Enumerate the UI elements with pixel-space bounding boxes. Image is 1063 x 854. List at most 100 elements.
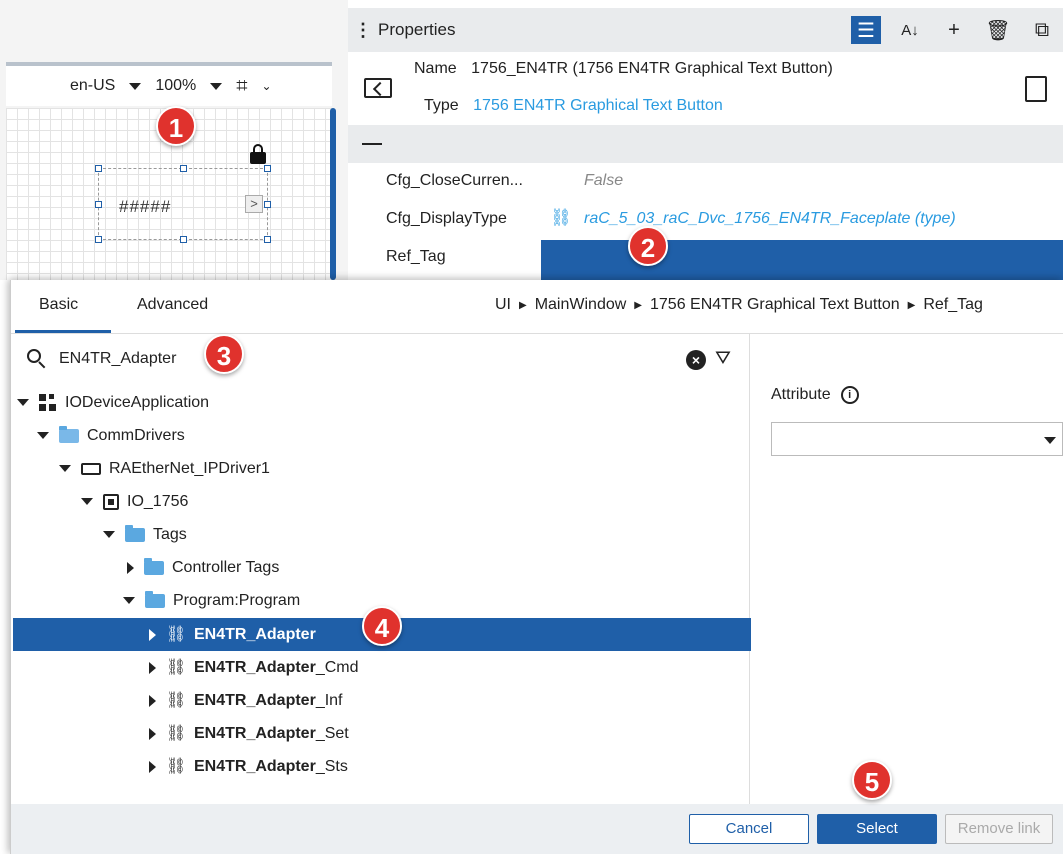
resize-handle[interactable] [95,236,102,243]
expand-toggle-icon[interactable] [149,760,156,773]
expand-toggle-icon[interactable] [81,498,93,505]
resize-handle[interactable] [180,236,187,243]
widget-type-icon [364,78,392,98]
resize-handle[interactable] [95,201,102,208]
properties-header: ⋮ Properties ☰ A↓ + 🗑 ⧉ [348,8,1063,52]
document-settings-icon[interactable] [1025,76,1047,102]
tab-advanced[interactable]: Advanced [137,296,208,314]
step-badge: 4 [362,606,402,646]
kebab-menu-icon[interactable]: ⋮ [348,20,378,41]
folder-icon [125,524,145,542]
tree-node-en4tr-adapter-inf[interactable]: ⛓ EN4TR_Adapter _Inf [149,684,343,717]
tree-node-label: EN4TR_Adapter [194,757,316,775]
tree-node-label: Program:Program [173,591,301,609]
expand-toggle-icon[interactable] [59,465,71,472]
attribute-select[interactable] [771,422,1063,456]
collapse-bar[interactable] [348,125,1063,163]
tree-node-label: EN4TR_Adapter [194,625,316,643]
type-label: Type [424,97,459,114]
tree-node-suffix: _Cmd [315,658,359,676]
expand-toggle-icon[interactable] [17,399,29,406]
lock-icon [250,144,266,164]
name-row: Name 1756_EN4TR (1756 EN4TR Graphical Te… [414,60,833,78]
tab-basic[interactable]: Basic [39,296,78,314]
expand-toggle-icon[interactable] [123,597,135,604]
tree-node-en4tr-adapter-cmd[interactable]: ⛓ EN4TR_Adapter _Cmd [149,651,359,684]
hierarchy-icon: ⛓ [166,691,187,709]
name-value[interactable]: 1756_EN4TR (1756 EN4TR Graphical Text Bu… [471,60,833,77]
expand-toggle-icon[interactable] [127,561,134,574]
tree-node-en4tr-adapter-sts[interactable]: ⛓ EN4TR_Adapter _Sts [149,750,348,783]
canvas-scrollbar[interactable] [330,108,336,280]
resize-handle[interactable] [264,236,271,243]
properties-toolbar: ☰ A↓ + 🗑 ⧉ [851,8,1063,52]
tree-node-controller-tags[interactable]: Controller Tags [127,551,279,584]
tree-node-raethernet[interactable]: RAEtherNet_IPDriver1 [59,452,270,485]
add-icon[interactable]: + [939,16,969,44]
resize-handle[interactable] [95,165,102,172]
chevron-down-icon [129,82,142,90]
tree-node-en4tr-adapter-set[interactable]: ⛓ EN4TR_Adapter _Set [149,717,349,750]
breadcrumb-item[interactable]: MainWindow [535,296,627,316]
grid-settings-button[interactable]: ⌗ ⌄ [236,75,271,98]
prop-value-displaytype[interactable]: raC_5_03_raC_Dvc_1756_EN4TR_Faceplate (t… [584,210,956,228]
search-input[interactable]: EN4TR_Adapter [59,350,176,368]
attribute-panel: Attribute i [771,386,1063,456]
breadcrumb-item[interactable]: Ref_Tag [923,296,983,316]
folder-icon [145,590,165,608]
tag-search: EN4TR_Adapter × ⛛ [11,340,749,378]
cancel-button[interactable]: Cancel [689,814,809,844]
trash-icon[interactable]: 🗑 [983,16,1013,44]
breadcrumb-item[interactable]: 1756 EN4TR Graphical Text Button [650,296,900,316]
expand-toggle-icon[interactable] [149,628,156,641]
type-row: Type 1756 EN4TR Graphical Text Button [424,97,723,115]
chevron-down-icon [1044,437,1056,444]
text-button-widget[interactable]: ##### > [95,165,271,243]
resize-handle[interactable] [264,165,271,172]
breadcrumb-separator-icon: ▶ [907,300,916,311]
zoom-select[interactable]: 100% [155,77,223,95]
expand-toggle-icon[interactable] [149,727,156,740]
filter-icon[interactable]: ⛛ [715,349,735,369]
expand-toggle-icon[interactable] [149,661,156,674]
properties-title: Properties [378,20,456,39]
clear-search-icon[interactable]: × [686,350,706,370]
copy-icon[interactable]: ⧉ [1027,16,1057,44]
properties-panel: ⋮ Properties ☰ A↓ + 🗑 ⧉ Name 1756_EN4TR … [348,0,1063,280]
expand-toggle-icon[interactable] [103,531,115,538]
tree-node-iodeviceapplication[interactable]: IODeviceApplication [17,386,209,419]
tree-node-label: EN4TR_Adapter [194,658,316,676]
resize-handle[interactable] [264,201,271,208]
resize-handle[interactable] [180,165,187,172]
breadcrumb-item[interactable]: UI [495,296,511,316]
step-badge: 3 [204,334,244,374]
info-icon[interactable]: i [840,386,859,404]
tree-node-commdrivers[interactable]: CommDrivers [37,419,185,452]
category-sort-button[interactable]: ☰ [851,16,881,44]
remove-link-button[interactable]: Remove link [945,814,1053,844]
tree-node-label: IODeviceApplication [65,393,210,411]
prop-label-reftag: Ref_Tag [386,248,446,265]
tree-node-program[interactable]: Program:Program [123,584,300,617]
driver-icon [81,462,101,475]
tree-node-label: CommDrivers [87,426,185,444]
expand-toggle-icon[interactable] [149,694,156,707]
tree-node-label: RAEtherNet_IPDriver1 [109,459,270,477]
search-icon [27,349,47,369]
language-select[interactable]: en-US [70,77,142,95]
select-button[interactable]: Select [817,814,937,844]
step-badge: 2 [628,226,668,266]
prop-value-reftag[interactable] [541,240,1063,280]
tree-node-tags[interactable]: Tags [103,518,187,551]
chevron-down-icon: ⌄ [261,79,272,93]
grid-settings-icon: ⌗ [236,74,248,97]
tree-node-label: IO_1756 [127,492,189,510]
tree-node-io1756[interactable]: IO_1756 [81,485,188,518]
tree-node-label: Tags [153,525,187,543]
expand-toggle-icon[interactable] [37,432,49,439]
prop-value-closecurrent[interactable]: False [584,172,623,190]
chevron-right-icon: > [245,195,263,213]
alphabetical-sort-icon[interactable]: A↓ [895,16,925,44]
type-link[interactable]: 1756 EN4TR Graphical Text Button [473,97,723,114]
collapse-icon[interactable] [362,143,382,145]
